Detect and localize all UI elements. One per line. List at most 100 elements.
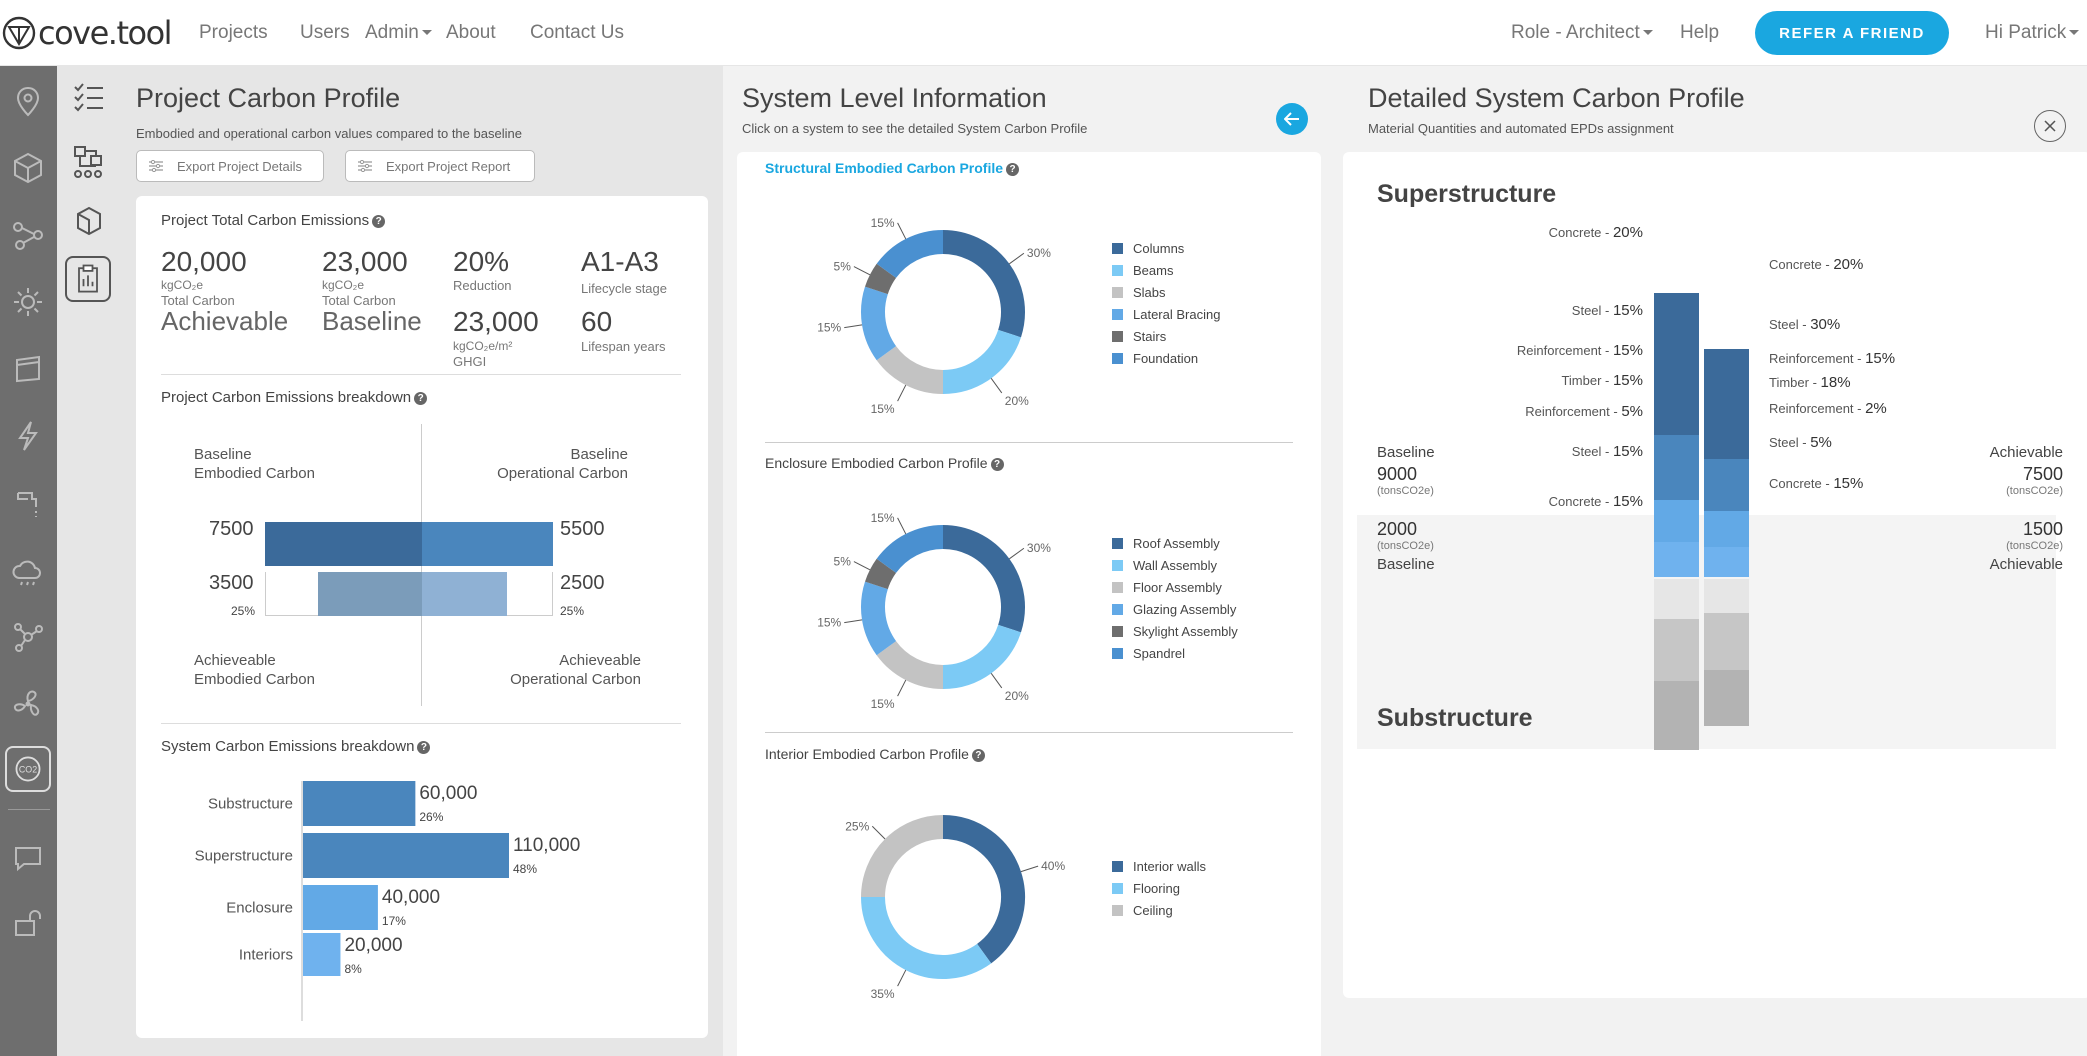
window-icon[interactable] (10, 351, 46, 387)
system-bar[interactable] (303, 781, 416, 826)
nav-users[interactable]: Users (300, 22, 350, 44)
donut-leader-line (897, 222, 907, 240)
unlock-icon[interactable] (10, 905, 46, 941)
system-level-panel: System Level Information Click on a syst… (723, 66, 1336, 1056)
system-breakdown-title: System Carbon Emissions breakdown? (161, 738, 431, 755)
material-name: Steel - (1769, 317, 1811, 332)
donut-leader-line (990, 378, 1003, 394)
legend-swatch (1112, 331, 1123, 342)
achievable-embodied-bar (318, 572, 422, 616)
weather-icon[interactable] (10, 552, 46, 588)
close-button[interactable] (2034, 110, 2066, 142)
interior-donut-chart[interactable]: 40% 35% 25% Interior walls Flooring Ceiling (737, 772, 1321, 1032)
material-name: Timber - (1561, 373, 1613, 388)
donut-leader-line (853, 266, 871, 276)
system-bar-pct: 26% (419, 810, 443, 824)
hexagon-cube-icon[interactable] (69, 202, 109, 242)
donut-slice[interactable] (876, 345, 944, 394)
structural-donut-chart[interactable]: 30% 20% 15% 15% 5% 15% Columns Beams Slabs Latera… (737, 187, 1321, 447)
molecule-icon[interactable] (10, 619, 46, 655)
back-arrow-button[interactable] (1276, 103, 1308, 135)
system-category-label: Interiors (239, 947, 293, 964)
help-icon[interactable]: ? (414, 392, 428, 405)
system-bar[interactable] (303, 885, 378, 930)
legend-swatch (1112, 883, 1123, 894)
achievable-label: Achievable (161, 306, 289, 336)
fan-icon[interactable] (10, 686, 46, 722)
baseline-label: Baseline (322, 306, 422, 336)
detail-subtitle: Material Quantities and automated EPDs a… (1368, 121, 1674, 136)
covetool-logo[interactable]: cove.tool (2, 14, 173, 52)
donut-slice[interactable] (876, 640, 944, 689)
donut-slice[interactable] (865, 263, 897, 295)
help-icon[interactable]: ? (1006, 163, 1020, 176)
system-panel-subtitle: Click on a system to see the detailed Sy… (742, 121, 1088, 136)
donut-slice[interactable] (861, 286, 897, 361)
nav-admin[interactable]: Admin (365, 22, 432, 44)
donut-slice[interactable] (942, 525, 1025, 633)
help-icon[interactable]: ? (372, 215, 386, 228)
nav-help[interactable]: Help (1680, 22, 1719, 44)
sub-achievable-label: Achievable (1989, 556, 2063, 573)
ghgi-unit: kgCO₂e/m² (453, 339, 513, 353)
hierarchy-icon[interactable] (69, 142, 109, 182)
project-carbon-profile-panel: Project Carbon Profile Embodied and oper… (120, 66, 723, 1056)
clipboard-report-icon[interactable] (65, 256, 111, 302)
structural-profile-title-text: Structural Embodied Carbon Profile (765, 160, 1004, 176)
sub-achievable-value: 1500 (2022, 519, 2063, 539)
nav-projects[interactable]: Projects (199, 22, 268, 44)
interior-profile-title[interactable]: Interior Embodied Carbon Profile? (765, 746, 985, 762)
donut-svg: 40% 35% 25% Interior walls Flooring Ceiling (845, 815, 1206, 1001)
sun-icon[interactable] (10, 284, 46, 320)
total-emissions-title-text: Project Total Carbon Emissions (161, 212, 370, 229)
achievable-sub-reinforcement-segment (1704, 579, 1749, 613)
enclosure-profile-title[interactable]: Enclosure Embodied Carbon Profile? (765, 455, 1004, 471)
donut-svg: 30% 20% 15% 15% 5% 15% Roof Assembly Wall Assem… (817, 511, 1238, 711)
location-pin-icon[interactable] (10, 83, 46, 119)
network-nodes-icon[interactable] (10, 217, 46, 253)
donut-slice[interactable] (942, 815, 1025, 964)
user-menu[interactable]: Hi Patrick (1985, 22, 2080, 44)
donut-leader-line (897, 679, 907, 697)
nav-contact[interactable]: Contact Us (530, 22, 624, 44)
donut-slice[interactable] (876, 525, 944, 574)
donut-slice[interactable] (942, 624, 1021, 689)
superstructure-heading: Superstructure (1377, 180, 1557, 208)
system-bar[interactable] (303, 833, 509, 878)
substructure-heading: Substructure (1377, 704, 1533, 732)
cube-geometry-icon[interactable] (10, 150, 46, 186)
baseline-embodied-bar (265, 522, 422, 566)
checklist-icon[interactable] (69, 76, 109, 116)
material-name: Concrete - (1548, 494, 1613, 509)
donut-leader-line (1009, 252, 1025, 265)
role-dropdown[interactable]: Role - Architect (1511, 22, 1653, 44)
donut-slice[interactable] (942, 230, 1025, 338)
export-project-details-button[interactable]: Export Project Details (136, 150, 324, 182)
system-bar[interactable] (303, 933, 341, 976)
lightning-icon[interactable] (10, 418, 46, 454)
structural-profile-title[interactable]: Structural Embodied Carbon Profile? (765, 160, 1020, 176)
nav-about[interactable]: About (446, 22, 496, 44)
help-icon[interactable]: ? (990, 458, 1004, 471)
material-name: Steel - (1769, 435, 1811, 450)
baseline-total-unit: kgCO₂e (322, 278, 365, 292)
baseline-operational-label-1: Baseline (570, 446, 628, 463)
enclosure-donut-chart[interactable]: 30% 20% 15% 15% 5% 15% Roof Assembly Wall Assem… (737, 482, 1321, 742)
donut-slice[interactable] (865, 558, 897, 590)
donut-pct-label: 40% (1041, 859, 1065, 873)
faucet-icon[interactable] (10, 485, 46, 521)
donut-slice[interactable] (861, 896, 992, 979)
donut-slice[interactable] (861, 581, 897, 656)
export-project-report-button[interactable]: Export Project Report (345, 150, 535, 182)
chat-icon[interactable] (10, 840, 46, 876)
baseline-sub-steel-segment (1654, 619, 1699, 681)
donut-pct-label: 15% (871, 511, 895, 525)
help-icon[interactable]: ? (971, 749, 985, 762)
legend-label: Skylight Assembly (1133, 624, 1238, 639)
help-icon[interactable]: ? (417, 741, 431, 754)
donut-slice[interactable] (876, 230, 944, 279)
co2-icon[interactable]: CO2 (5, 746, 51, 792)
refer-friend-button[interactable]: REFER A FRIEND (1755, 11, 1949, 55)
donut-slice[interactable] (942, 329, 1021, 394)
donut-leader-line (844, 619, 863, 624)
